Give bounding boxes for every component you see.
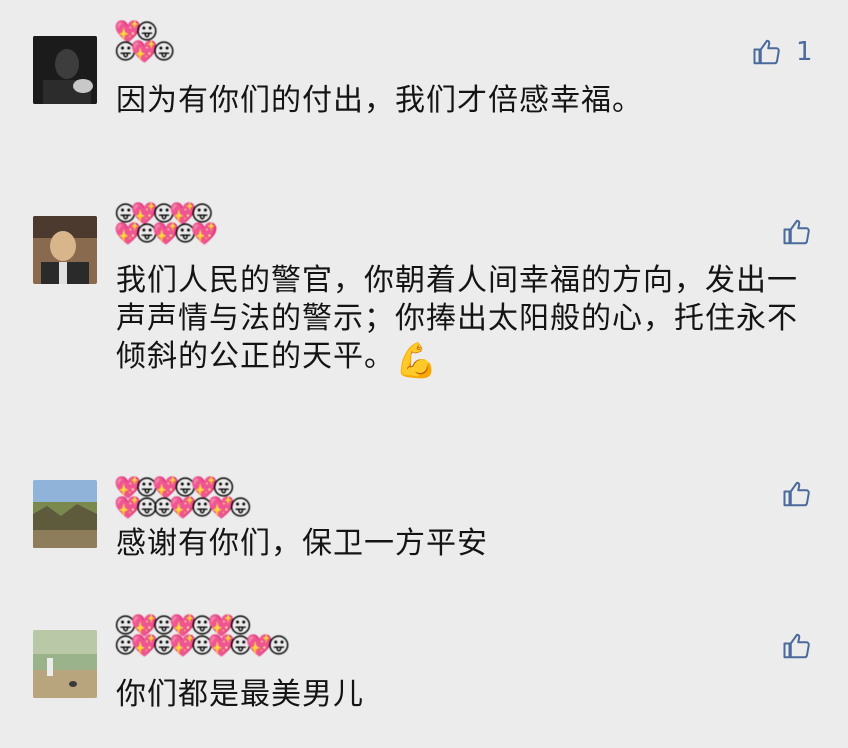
thumbs-up-icon (753, 39, 780, 65)
name-emoji-row: 😛💖😛💖😛💖😛💖😛 (114, 634, 290, 659)
like-count: 1 (796, 37, 813, 67)
name-emoji-row: 💖😛😛💖😛💖😛 (114, 496, 252, 521)
name-emoji-row: 💖😛💖😛💖 (114, 222, 218, 247)
name-emoji-row: 😛💖😛💖😛💖😛 (114, 614, 252, 639)
avatar-image (33, 480, 97, 548)
commenter-name[interactable]: 💖😛 😛💖😛 (114, 20, 175, 65)
avatar-image (33, 630, 97, 698)
like-button[interactable] (782, 628, 812, 664)
name-emoji-row: 😛💖😛💖😛 (114, 202, 214, 227)
thumbs-up-icon (783, 219, 810, 245)
name-emoji-row: 💖😛 (114, 20, 158, 45)
comment-text: 我们人民的警官，你朝着人间幸福的方向，发出一声声情与法的警示；你捧出太阳般的心，… (116, 262, 806, 380)
commenter-name[interactable]: 😛💖😛💖😛 💖😛💖😛💖 (114, 202, 218, 247)
comment-text: 你们都是最美男儿 (116, 677, 364, 712)
thumbs-up-icon (783, 633, 810, 659)
avatar-image (33, 216, 97, 284)
comment-text-content: 我们人民的警官，你朝着人间幸福的方向，发出一声声情与法的警示；你捧出太阳般的心，… (116, 263, 798, 374)
flexed-biceps-emoji: 💪 (395, 341, 438, 381)
avatar[interactable] (33, 630, 97, 698)
avatar[interactable] (33, 216, 97, 284)
comment-text: 感谢有你们，保卫一方平安 (116, 526, 488, 561)
avatar[interactable] (33, 480, 97, 548)
comment-text: 因为有你们的付出，我们才倍感幸福。 (116, 83, 643, 118)
name-emoji-row: 💖😛💖😛💖😛 (114, 476, 235, 501)
name-emoji-row: 😛💖😛 (114, 40, 175, 65)
commenter-name[interactable]: 💖😛💖😛💖😛 💖😛😛💖😛💖😛 (114, 476, 252, 521)
like-button[interactable] (782, 214, 812, 250)
avatar[interactable] (33, 36, 97, 104)
like-button[interactable] (782, 476, 812, 512)
thumbs-up-icon (783, 481, 810, 507)
commenter-name[interactable]: 😛💖😛💖😛💖😛 😛💖😛💖😛💖😛💖😛 (114, 614, 290, 659)
avatar-image (33, 36, 97, 104)
like-button[interactable]: 1 (752, 34, 813, 70)
